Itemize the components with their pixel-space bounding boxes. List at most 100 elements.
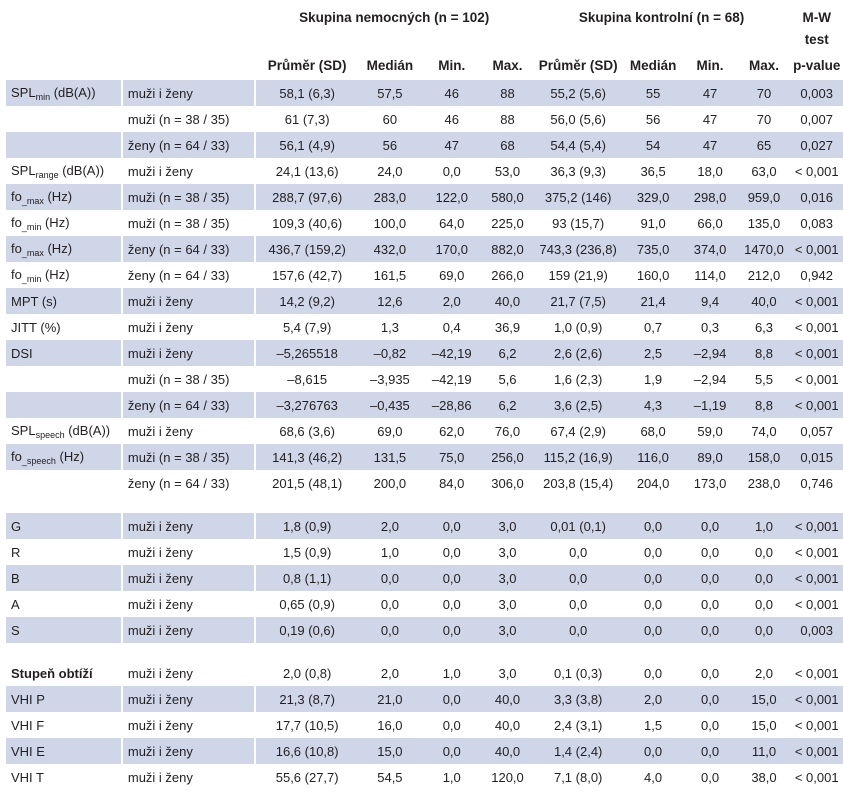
- value-cell: < 0,001: [794, 371, 839, 387]
- parameter-name: G: [11, 518, 22, 534]
- parameter-cell: [6, 470, 123, 496]
- value-cell: 6,2: [482, 392, 533, 418]
- value-cell: 15,0: [358, 738, 422, 764]
- value-cell: 3,0: [482, 617, 533, 643]
- value-cell: 5,5: [754, 371, 774, 387]
- parameter-name: B: [11, 570, 20, 586]
- parameter-name: VHI F: [11, 717, 45, 733]
- parameter-subscript: min: [35, 91, 51, 102]
- parameter-cell: VHI P: [6, 686, 123, 712]
- value-cell: 55,2 (5,6): [532, 80, 624, 106]
- table-row: Smuži i ženy 0,19 (0,6) 0,0 0,0 3,0 0,0 0,0 0,0…: [6, 617, 843, 643]
- group-cell: ženy (n = 64 / 33): [122, 236, 256, 262]
- value-cell: < 0,001: [790, 686, 843, 712]
- value-cell: 2,6 (2,6): [532, 340, 624, 366]
- value-cell: < 0,001: [790, 513, 843, 539]
- value-cell: < 0,001: [794, 163, 839, 179]
- value-cell: 40,0: [482, 686, 533, 712]
- value-cell: 0,1 (0,3): [553, 665, 603, 681]
- value-cell: 0,0: [623, 565, 683, 591]
- value-cell: 436,7 (159,2): [255, 236, 359, 262]
- parameter-name: VHI P: [11, 691, 45, 707]
- value-cell: 54: [623, 132, 683, 158]
- value-cell: 0,8 (1,1): [255, 565, 359, 591]
- value-cell: 47: [421, 132, 483, 158]
- parameter-unit: (Hz): [43, 240, 73, 256]
- group-cell: muži i ženy: [127, 544, 193, 560]
- value-cell: 0,942: [800, 267, 833, 283]
- parameter-name: SPL: [11, 162, 36, 178]
- value-cell: 0,0: [358, 565, 422, 591]
- group-header-row: Skupina nemocných (n = 102) Skupina kont…: [6, 6, 843, 28]
- table-row: ženy (n = 64 / 33) 201,5 (48,1) 200,0 84,0 3…: [6, 470, 843, 496]
- value-cell: 1,0 (0,9): [553, 319, 603, 335]
- spacer-row: [6, 496, 843, 513]
- value-cell: –8,615: [287, 371, 328, 387]
- table-row: VHI Emuži i ženy 16,6 (10,8) 15,0 0,0 40,0 1,…: [6, 738, 843, 764]
- value-cell: –0,435: [358, 392, 422, 418]
- value-cell: 18,0: [697, 163, 723, 179]
- value-cell: 0,0: [421, 738, 483, 764]
- value-cell: < 0,001: [794, 717, 839, 733]
- value-cell: 432,0: [358, 236, 422, 262]
- value-cell: 59,0: [697, 423, 723, 439]
- parameter-name: JITT (%): [11, 319, 61, 335]
- value-cell: 56,1 (4,9): [255, 132, 359, 158]
- value-cell: 40,0: [482, 738, 533, 764]
- value-cell: –5,265518: [255, 340, 359, 366]
- table-row: fo_speech (Hz) muži (n = 38 / 35) 141,3 (4…: [6, 444, 843, 470]
- value-cell: 91,0: [640, 215, 666, 231]
- table-row: VHI T muži i ženy 55,6 (27,7) 54,5 1,0 120,0 7…: [6, 764, 843, 790]
- value-cell: 65: [737, 132, 791, 158]
- value-cell: 62,0: [439, 423, 465, 439]
- parameter-name: S: [11, 622, 20, 638]
- column-header: Průměr (SD): [538, 57, 618, 73]
- value-cell: 959,0: [737, 184, 791, 210]
- parameter-subscript: _speech: [21, 455, 56, 466]
- table-row: fo_min (Hz) muži (n = 38 / 35) 109,3 (40,6…: [6, 210, 843, 236]
- value-cell: 3,0: [482, 565, 533, 591]
- value-cell: < 0,001: [790, 738, 843, 764]
- value-cell: 21,7 (7,5): [532, 288, 624, 314]
- column-header-row: Průměr (SD) Medián Min. Max. Průměr (SD)…: [6, 50, 843, 80]
- value-cell: 17,7 (10,5): [275, 717, 339, 733]
- value-cell: 68,0: [640, 423, 666, 439]
- value-cell: 58,1 (6,3): [255, 80, 359, 106]
- value-cell: 0,003: [790, 617, 843, 643]
- value-cell: 2,0: [380, 665, 399, 681]
- value-cell: 0,015: [790, 444, 843, 470]
- value-cell: 1,0: [442, 769, 461, 785]
- value-cell: < 0,001: [790, 565, 843, 591]
- parameter-name: Stupeň obtíží: [11, 665, 93, 681]
- value-cell: 21,4: [623, 288, 683, 314]
- value-cell: 204,0: [636, 475, 670, 491]
- value-cell: –42,19: [431, 371, 472, 387]
- value-cell: 0,0: [682, 738, 738, 764]
- table-row: Amuži i ženy 0,65 (0,9) 0,0 0,0 3,0 0,0 0,0 0,0…: [6, 591, 843, 617]
- value-cell: 5,4 (7,9): [282, 319, 332, 335]
- group-cell: ženy (n = 64 / 33): [127, 475, 230, 491]
- parameter-cell: VHI E: [6, 738, 123, 764]
- parameter-cell: MPT (s): [6, 288, 123, 314]
- group-cell: muži i ženy: [122, 565, 256, 591]
- value-cell: 256,0: [482, 444, 533, 470]
- value-cell: 203,8 (15,4): [543, 475, 614, 491]
- value-cell: 200,0: [373, 475, 407, 491]
- value-cell: 1,0: [737, 513, 791, 539]
- value-cell: 0,0: [644, 596, 663, 612]
- table-row: muži (n = 38 / 35) 61 (7,3) 60 46 88 56,0 (5,…: [6, 106, 843, 132]
- value-cell: 3,0: [498, 596, 517, 612]
- value-cell: 0,0: [623, 738, 683, 764]
- parameter-cell: [6, 366, 123, 392]
- value-cell: 61 (7,3): [284, 111, 330, 127]
- value-cell: 4,0: [644, 769, 663, 785]
- value-cell: 0,0: [569, 544, 588, 560]
- value-cell: 141,3 (46,2): [255, 444, 359, 470]
- value-cell: 225,0: [491, 215, 524, 231]
- value-cell: 116,0: [623, 444, 683, 470]
- value-cell: 47: [682, 80, 738, 106]
- value-cell: 0,0: [358, 617, 422, 643]
- value-cell: –3,276763: [255, 392, 359, 418]
- value-cell: 15,0: [751, 717, 777, 733]
- value-cell: 0,0: [532, 565, 624, 591]
